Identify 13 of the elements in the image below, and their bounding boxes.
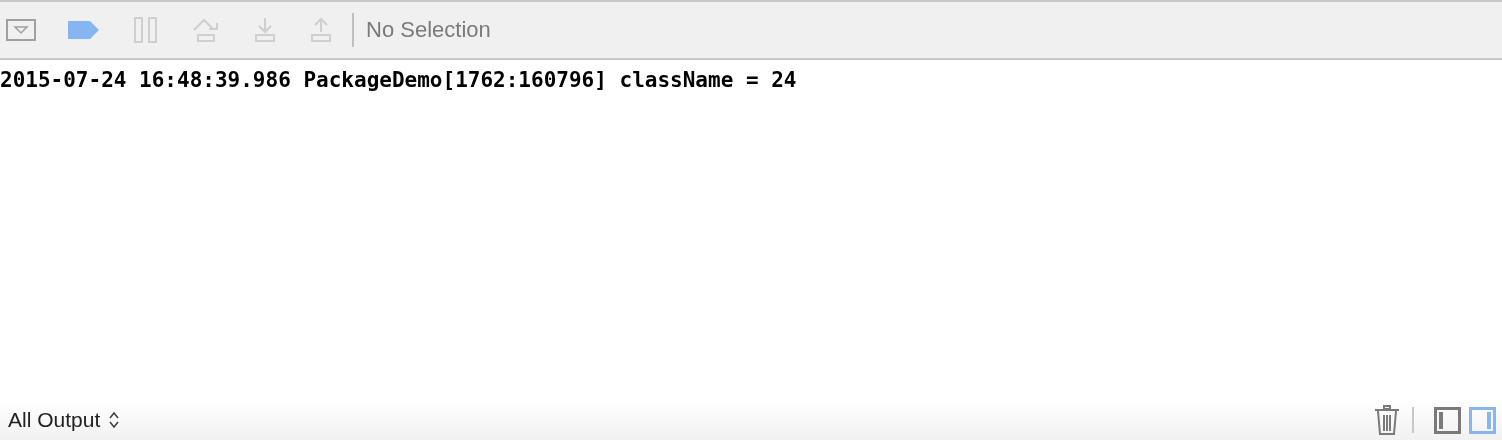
step-out-icon[interactable] xyxy=(310,17,332,43)
breakpoint-icon[interactable] xyxy=(68,21,100,39)
log-line: 2015-07-24 16:48:39.986 PackageDemo[1762:160796] className = 24 xyxy=(0,67,798,94)
step-over-icon[interactable] xyxy=(192,17,220,43)
hide-console-icon[interactable] xyxy=(6,19,36,41)
output-filter-dropdown[interactable]: All Output xyxy=(8,408,121,432)
left-panel-toggle-icon[interactable] xyxy=(1434,406,1461,434)
step-into-icon[interactable] xyxy=(254,17,276,43)
chevron-icon xyxy=(108,411,121,429)
pause-icon[interactable] xyxy=(134,17,158,43)
trash-icon[interactable] xyxy=(1374,405,1400,435)
right-panel-toggle-icon[interactable] xyxy=(1469,406,1496,434)
selection-label: No Selection xyxy=(366,17,491,43)
